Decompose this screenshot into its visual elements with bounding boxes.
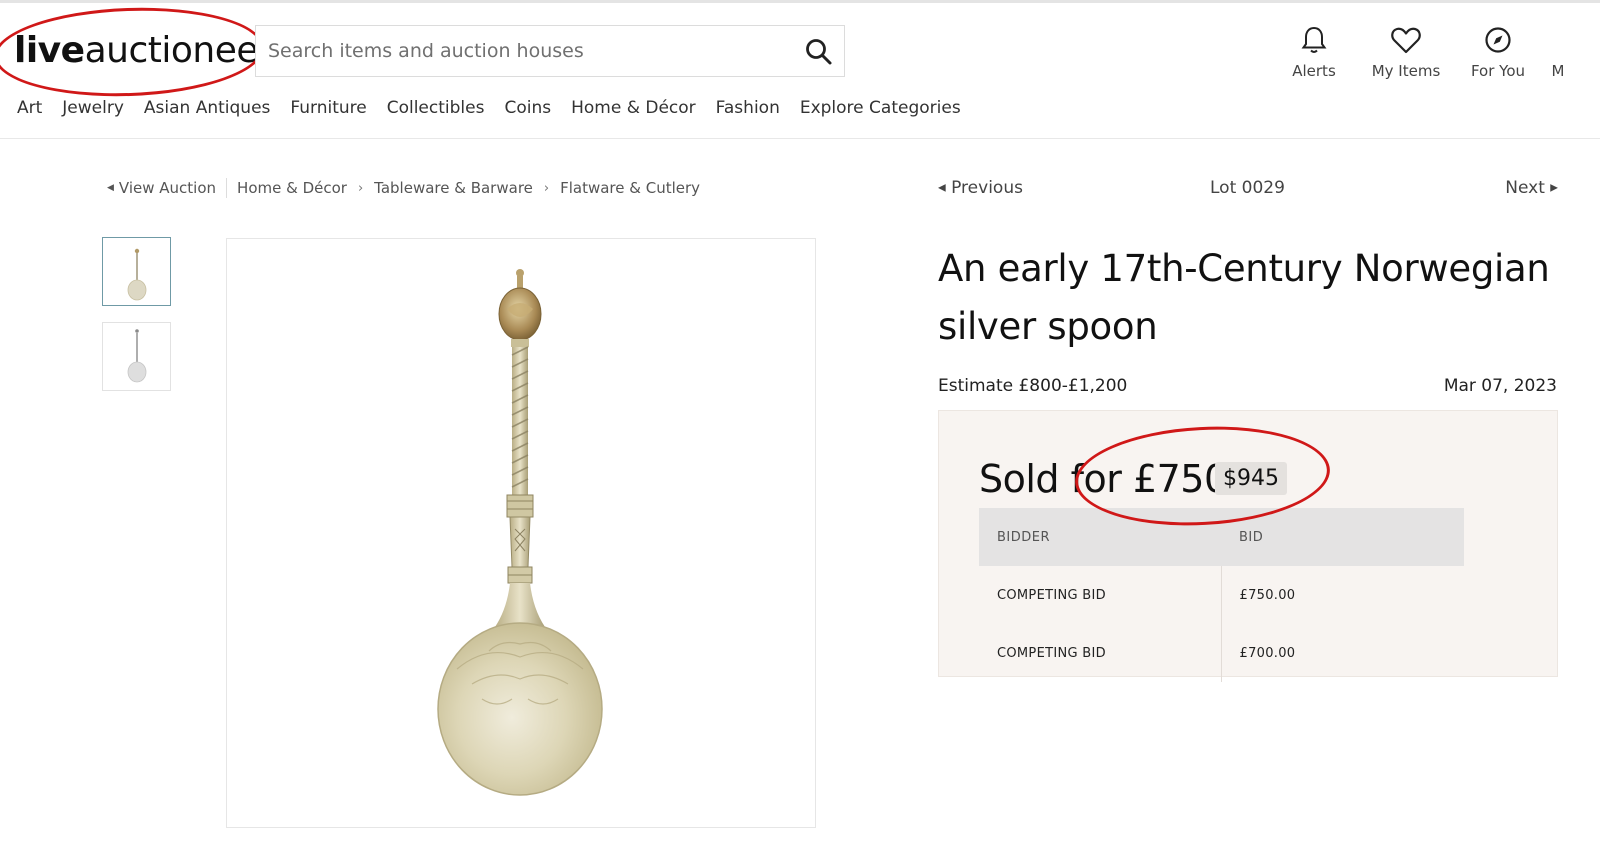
more-icon <box>1543 25 1573 55</box>
alerts-label: Alerts <box>1292 62 1336 80</box>
bid-history-table: BIDDER BID COMPETING BID £750.00 COMPETI… <box>979 508 1464 682</box>
caret-left-icon: ◀ <box>938 182 946 194</box>
lot-navigation: ◀ Previous Lot 0029 Next ▶ <box>938 178 1558 202</box>
more-label: M <box>1551 62 1565 80</box>
next-lot-button[interactable]: Next ▶ <box>1505 178 1558 198</box>
previous-label: Previous <box>951 178 1023 198</box>
caret-right-icon: ▶ <box>1550 182 1558 194</box>
nav-explore-categories[interactable]: Explore Categories <box>800 98 961 118</box>
next-label: Next <box>1505 178 1545 198</box>
caret-left-icon: ◀ <box>107 183 114 194</box>
spoon-thumbnail-image <box>127 248 147 301</box>
breadcrumb-flatware[interactable]: Flatware & Cutlery <box>560 179 700 197</box>
breadcrumb-divider <box>226 178 228 198</box>
my-items-label: My Items <box>1371 62 1441 80</box>
nav-collectibles[interactable]: Collectibles <box>387 98 485 118</box>
nav-art[interactable]: Art <box>17 98 42 118</box>
silver-spoon-image <box>437 269 603 796</box>
bidder-cell: COMPETING BID <box>979 566 1222 624</box>
bidder-column-header: BIDDER <box>979 508 1221 566</box>
sold-panel: Sold for £750 $945 BIDDER BID COMPETING … <box>938 410 1558 682</box>
nav-divider <box>0 138 1600 139</box>
search-bar[interactable] <box>255 25 845 77</box>
view-auction-label: View Auction <box>118 179 217 198</box>
view-auction-link[interactable]: ◀ View Auction <box>107 179 217 198</box>
previous-lot-button[interactable]: ◀ Previous <box>938 178 1023 198</box>
nav-furniture[interactable]: Furniture <box>290 98 366 118</box>
table-row: COMPETING BID £750.00 <box>979 566 1464 624</box>
nav-jewelry[interactable]: Jewelry <box>62 98 124 118</box>
lot-estimate: Estimate £800-£1,200 <box>938 376 1128 396</box>
lot-title: An early 17th-Century Norwegian silver s… <box>938 247 1550 348</box>
breadcrumb-home-decor[interactable]: Home & Décor <box>237 179 347 197</box>
search-icon[interactable] <box>804 37 834 67</box>
nav-asian-antiques[interactable]: Asian Antiques <box>144 98 270 118</box>
bid-column-header: BID <box>1221 508 1464 566</box>
heart-icon <box>1391 27 1421 54</box>
bid-cell: £750.00 <box>1239 587 1296 603</box>
thumbnail-1[interactable] <box>102 237 171 306</box>
breadcrumb-tableware[interactable]: Tableware & Barware <box>374 179 533 197</box>
category-nav: Art Jewelry Asian Antiques Furniture Collect… <box>17 98 981 122</box>
bid-cell: £700.00 <box>1239 645 1296 661</box>
chevron-right-icon: › <box>543 180 550 196</box>
lot-date: Mar 07, 2023 <box>1443 376 1557 396</box>
alerts-button[interactable]: Alerts <box>1264 25 1364 80</box>
main-product-image[interactable] <box>226 238 816 828</box>
bell-icon <box>1301 26 1327 53</box>
top-border <box>0 0 1600 3</box>
thumbnail-2[interactable] <box>102 322 171 391</box>
sold-price: Sold for £750 <box>979 457 1228 501</box>
lot-number: Lot 0029 <box>1210 178 1285 198</box>
usd-price-badge: $945 <box>1215 462 1287 495</box>
my-items-button[interactable]: My Items <box>1356 25 1456 80</box>
bidder-cell: COMPETING BID <box>979 624 1222 682</box>
site-logo[interactable]: liveauctioneers <box>14 30 291 71</box>
chevron-right-icon: › <box>357 180 364 196</box>
logo-bold-part: live <box>14 30 85 71</box>
spoon-thumbnail-image <box>127 329 147 383</box>
nav-coins[interactable]: Coins <box>504 98 551 118</box>
nav-home-decor[interactable]: Home & Décor <box>571 98 696 118</box>
breadcrumb: ◀ View Auction Home & Décor › Tableware & Ba… <box>107 178 700 198</box>
table-header-row: BIDDER BID <box>979 508 1464 566</box>
search-input[interactable] <box>268 34 788 68</box>
more-button[interactable]: M <box>1508 25 1600 80</box>
nav-fashion[interactable]: Fashion <box>716 98 780 118</box>
table-row: COMPETING BID £700.00 <box>979 624 1464 682</box>
